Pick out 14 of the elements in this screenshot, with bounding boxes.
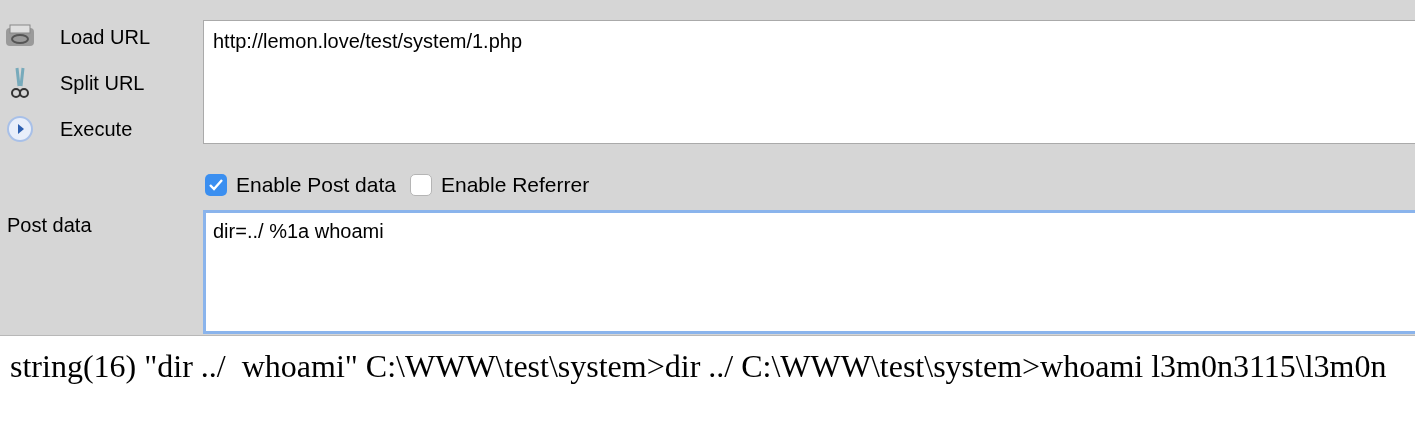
checkbox[interactable] <box>409 174 432 196</box>
field-label: Post data <box>6 213 93 238</box>
checkbox-label: Enable Post data <box>236 173 396 197</box>
toolbar-action[interactable]: Load URL <box>0 14 203 60</box>
check-icon <box>209 179 223 191</box>
checkbox-label: Enable Referrer <box>440 173 590 197</box>
play-icon <box>6 115 34 143</box>
scissors-icon <box>10 66 30 100</box>
post-data-field[interactable]: dir=../ %1a whoami <box>203 210 1415 334</box>
toolbar-action[interactable]: Split URL <box>0 60 203 106</box>
toolbar-action[interactable]: Execute <box>0 106 203 152</box>
output-text: string(16) "dir ../ whoami" C:\WWW\test\system>dir ../ C:\WWW\test\system>whoami l3m0n3115\l3m0n <box>9 347 1388 385</box>
checkbox[interactable] <box>205 174 227 196</box>
url-field[interactable]: http://lemon.love/test/system/1.php <box>203 20 1415 144</box>
